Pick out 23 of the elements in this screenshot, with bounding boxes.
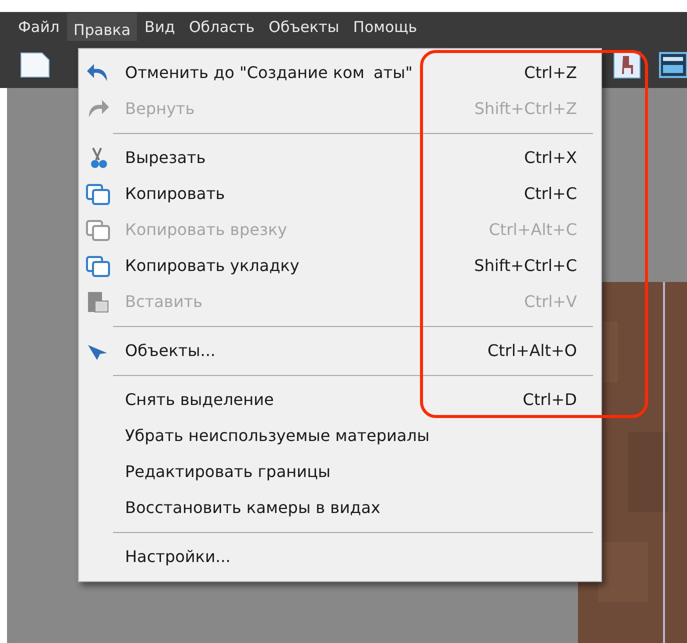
menu-item[interactable]: Копировать Ctrl+C (79, 176, 601, 212)
menu-item[interactable]: Отменить до "Создание ком аты" Ctrl+Z (79, 55, 601, 91)
menu-item[interactable]: Настройки... (79, 539, 601, 575)
copy-pages-icon (85, 254, 111, 278)
copy-pages-icon (85, 182, 111, 206)
menu-bar-item[interactable]: Правка (67, 12, 137, 42)
menu-bar-item[interactable]: Область (182, 16, 261, 38)
document-icon[interactable] (20, 52, 50, 78)
menu-item[interactable]: Вырезать Ctrl+X (79, 140, 601, 176)
menu-bar-item[interactable]: Объекты (262, 16, 346, 38)
menu-item[interactable]: Копировать укладку Shift+Ctrl+C (79, 248, 601, 284)
copy-pages-icon (85, 218, 111, 242)
menu-item[interactable]: Объекты... Ctrl+Alt+O (79, 333, 601, 369)
menu-item[interactable]: Убрать неиспользуемые материалы (79, 418, 601, 454)
menu-item[interactable]: Восстановить камеры в видах (79, 490, 601, 526)
menu-bar-item[interactable]: Файл (12, 16, 66, 38)
menu-item[interactable]: Редактировать границы (79, 454, 601, 490)
menu-bar-item[interactable]: Помощь (347, 16, 424, 38)
menu-item[interactable]: Снять выделение Ctrl+D (79, 382, 601, 418)
calculator-icon[interactable] (659, 51, 687, 79)
menu-bar-item[interactable]: Вид (138, 16, 181, 38)
chair-icon[interactable] (613, 51, 641, 79)
clipboard-icon (85, 290, 111, 314)
